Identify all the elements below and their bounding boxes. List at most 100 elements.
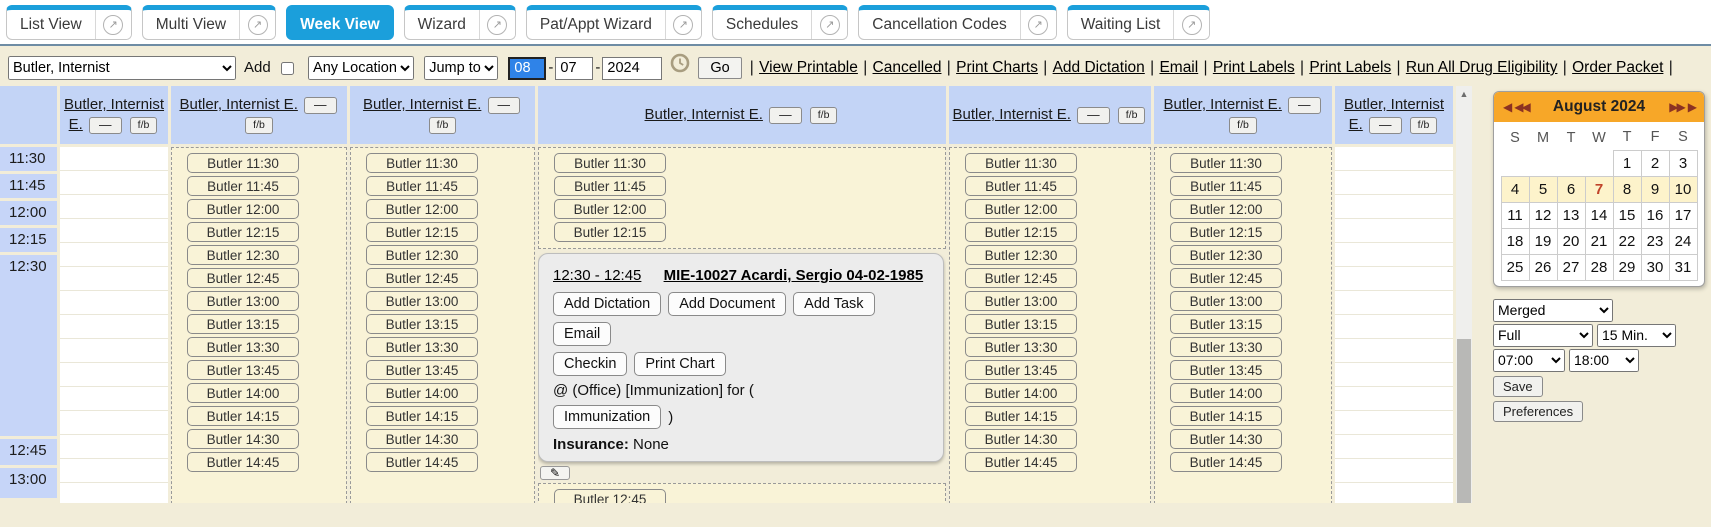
slot-button[interactable]: Butler 14:00 xyxy=(366,383,478,403)
open-new-window-button[interactable]: ↗ xyxy=(479,10,515,39)
collapse-column-button[interactable]: — xyxy=(769,107,802,124)
slot-button[interactable]: Butler 12:30 xyxy=(965,245,1077,265)
slot-button[interactable]: Butler 14:00 xyxy=(187,383,299,403)
tab-cancellation-codes[interactable]: Cancellation Codes↗ xyxy=(858,5,1056,40)
clock-icon[interactable] xyxy=(670,60,690,77)
slot-button[interactable]: Butler 14:30 xyxy=(187,429,299,449)
fb-button[interactable]: f/b xyxy=(810,107,838,124)
calendar-day[interactable]: 9 xyxy=(1641,176,1669,202)
slot-button[interactable]: Butler 11:45 xyxy=(965,176,1077,196)
open-new-window-button[interactable]: ↗ xyxy=(811,10,847,39)
immunization-button[interactable]: Immunization xyxy=(553,405,661,429)
collapse-column-button[interactable]: — xyxy=(1369,117,1402,134)
slot-button[interactable]: Butler 14:15 xyxy=(1170,406,1282,426)
calendar-day[interactable]: 5 xyxy=(1529,176,1557,202)
calendar-day[interactable]: 14 xyxy=(1585,202,1613,228)
tab-waiting-list[interactable]: Waiting List↗ xyxy=(1067,5,1211,40)
link-cancelled[interactable]: Cancelled xyxy=(873,59,942,76)
slot-button[interactable]: Butler 12:45 xyxy=(366,268,478,288)
slot-button[interactable]: Butler 12:00 xyxy=(187,199,299,219)
fb-button[interactable]: f/b xyxy=(429,117,457,134)
slot-button[interactable]: Butler 12:45 xyxy=(1170,268,1282,288)
tab-pat-appt-wizard[interactable]: Pat/Appt Wizard↗ xyxy=(526,5,702,40)
slot-button[interactable]: Butler 14:15 xyxy=(965,406,1077,426)
open-new-window-button[interactable]: ↗ xyxy=(95,10,131,39)
slot-button[interactable]: Butler 14:00 xyxy=(1170,383,1282,403)
slot-button[interactable]: Butler 11:45 xyxy=(187,176,299,196)
slot-button[interactable]: Butler 14:45 xyxy=(965,452,1077,472)
slot-button[interactable]: Butler 13:15 xyxy=(1170,314,1282,334)
collapse-column-button[interactable]: — xyxy=(488,97,521,114)
view-size-select[interactable]: Full xyxy=(1493,324,1593,347)
fb-button[interactable]: f/b xyxy=(130,117,158,134)
slot-button[interactable]: Butler 14:30 xyxy=(1170,429,1282,449)
add-task-button[interactable]: Add Task xyxy=(793,292,874,316)
slot-button[interactable]: Butler 14:00 xyxy=(965,383,1077,403)
slot-button[interactable]: Butler 12:45 xyxy=(965,268,1077,288)
slot-button[interactable]: Butler 12:00 xyxy=(1170,199,1282,219)
fb-button[interactable]: f/b xyxy=(1410,117,1438,134)
slot-button[interactable]: Butler 14:45 xyxy=(366,452,478,472)
edit-appointment-button[interactable]: ✎ xyxy=(540,466,570,480)
slot-button[interactable]: Butler 13:45 xyxy=(1170,360,1282,380)
open-new-window-button[interactable]: ↗ xyxy=(665,10,701,39)
slot-button[interactable]: Butler 12:15 xyxy=(554,222,666,242)
slot-button[interactable]: Butler 13:45 xyxy=(187,360,299,380)
slot-button[interactable]: Butler 14:30 xyxy=(366,429,478,449)
fb-button[interactable]: f/b xyxy=(1118,107,1146,124)
merge-mode-select[interactable]: Merged xyxy=(1493,299,1613,322)
collapse-column-button[interactable]: — xyxy=(304,97,337,114)
slot-button[interactable]: Butler 11:45 xyxy=(554,176,666,196)
slot-button[interactable]: Butler 14:15 xyxy=(366,406,478,426)
slot-button[interactable]: Butler 13:00 xyxy=(366,291,478,311)
date-day-input[interactable] xyxy=(555,57,593,80)
add-document-button[interactable]: Add Document xyxy=(668,292,786,316)
patient-link[interactable]: MIE-10027 Acardi, Sergio 04-02-1985 xyxy=(664,267,924,284)
date-year-input[interactable] xyxy=(602,57,662,80)
slot-button[interactable]: Butler 11:30 xyxy=(554,153,666,173)
calendar-day[interactable]: 3 xyxy=(1669,150,1697,176)
checkin-button[interactable]: Checkin xyxy=(553,352,627,376)
calendar-day[interactable]: 18 xyxy=(1501,228,1529,254)
slot-button[interactable]: Butler 13:00 xyxy=(187,291,299,311)
link-email[interactable]: Email xyxy=(1159,59,1198,76)
link-print-labels[interactable]: Print Labels xyxy=(1309,59,1391,76)
slot-button[interactable]: Butler 13:15 xyxy=(366,314,478,334)
calendar-day[interactable]: 1 xyxy=(1613,150,1641,176)
calendar-day[interactable]: 2 xyxy=(1641,150,1669,176)
calendar-prev-year-icon[interactable]: ◀◀ xyxy=(1514,100,1528,114)
calendar-day[interactable]: 8 xyxy=(1613,176,1641,202)
provider-name-link[interactable]: Butler, Internist E. xyxy=(179,96,297,113)
slot-button[interactable]: Butler 11:45 xyxy=(366,176,478,196)
scrollbar-thumb[interactable] xyxy=(1457,339,1471,503)
tab-schedules[interactable]: Schedules↗ xyxy=(712,5,848,40)
fb-button[interactable]: f/b xyxy=(245,117,273,134)
print-chart-button[interactable]: Print Chart xyxy=(634,352,725,376)
slot-button[interactable]: Butler 12:30 xyxy=(366,245,478,265)
slot-button[interactable]: Butler 12:45 xyxy=(554,489,666,503)
slot-button[interactable]: Butler 13:30 xyxy=(1170,337,1282,357)
slot-button[interactable]: Butler 13:30 xyxy=(187,337,299,357)
date-month-input[interactable] xyxy=(508,57,546,80)
calendar-day[interactable]: 30 xyxy=(1641,254,1669,280)
calendar-day[interactable]: 10 xyxy=(1669,176,1697,202)
calendar-prev-month-icon[interactable]: ◀ xyxy=(1503,100,1510,114)
add-checkbox[interactable] xyxy=(281,62,294,75)
fb-button[interactable]: f/b xyxy=(1229,117,1257,134)
calendar-day[interactable]: 31 xyxy=(1669,254,1697,280)
location-select[interactable]: Any Location xyxy=(308,56,414,80)
slot-button[interactable]: Butler 13:30 xyxy=(965,337,1077,357)
provider-name-link[interactable]: Butler, Internist E. xyxy=(363,96,481,113)
calendar-day[interactable]: 19 xyxy=(1529,228,1557,254)
calendar-day[interactable]: 15 xyxy=(1613,202,1641,228)
calendar-day[interactable]: 28 xyxy=(1585,254,1613,280)
slot-button[interactable]: Butler 14:45 xyxy=(1170,452,1282,472)
slot-button[interactable]: Butler 11:30 xyxy=(1170,153,1282,173)
save-button[interactable]: Save xyxy=(1493,376,1543,397)
slot-button[interactable]: Butler 14:30 xyxy=(965,429,1077,449)
link-add-dictation[interactable]: Add Dictation xyxy=(1053,59,1145,76)
calendar-day[interactable]: 20 xyxy=(1557,228,1585,254)
calendar-day[interactable]: 29 xyxy=(1613,254,1641,280)
slot-button[interactable]: Butler 14:15 xyxy=(187,406,299,426)
collapse-column-button[interactable]: — xyxy=(1077,107,1110,124)
